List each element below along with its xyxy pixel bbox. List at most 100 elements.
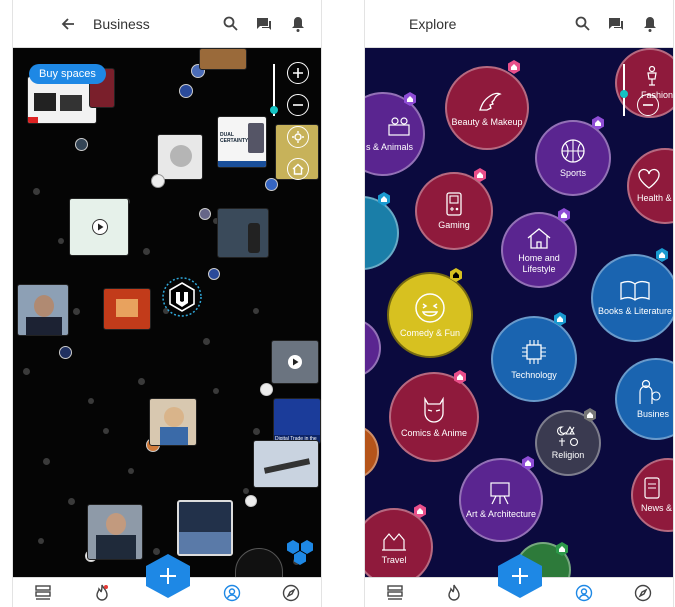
space-dot[interactable] [68, 498, 75, 505]
video-thumbnail[interactable] [69, 198, 129, 256]
home-button[interactable] [287, 158, 309, 180]
category-label: Comedy & Fun [399, 328, 461, 339]
user-avatar[interactable] [245, 495, 257, 507]
category-label: Technology [511, 370, 557, 381]
category-bubble-home-lifestyle[interactable]: Home and Lifestyle [501, 212, 577, 288]
profile-nav-icon[interactable] [573, 582, 595, 604]
space-dot[interactable] [213, 388, 219, 394]
profile-nav-icon[interactable] [221, 582, 243, 604]
category-bubble-art-architecture[interactable]: Art & Architecture [459, 458, 543, 542]
menu-icon[interactable] [377, 15, 395, 33]
space-dot[interactable] [128, 468, 134, 474]
category-bubble-sports[interactable]: Sports [535, 120, 611, 196]
face-graphic [164, 407, 184, 427]
add-fab-button[interactable] [495, 553, 545, 599]
oil-pump-thumbnail[interactable] [253, 440, 319, 488]
user-avatar[interactable] [179, 84, 193, 98]
chat-icon[interactable] [605, 13, 627, 35]
person-photo[interactable] [17, 284, 69, 336]
sketch-thumbnail[interactable] [157, 134, 203, 180]
hex-cluster-icon[interactable] [285, 538, 315, 566]
compass-nav-icon[interactable] [280, 582, 302, 604]
category-bubble-books-literature[interactable]: Books & Literature [591, 254, 673, 342]
space-dot[interactable] [43, 458, 50, 465]
space-dot[interactable] [73, 308, 80, 315]
category-bubble-travel[interactable]: Travel [365, 508, 433, 577]
zoom-slider-handle[interactable] [270, 106, 278, 114]
category-bubble-partial[interactable] [365, 424, 379, 480]
space-dot[interactable] [143, 248, 150, 255]
chat-icon[interactable] [253, 13, 275, 35]
photo-thumbnail[interactable] [103, 288, 151, 330]
space-dot[interactable] [253, 428, 260, 435]
laughing-face-icon [415, 293, 445, 324]
stack-nav-icon[interactable] [384, 582, 406, 604]
bell-icon[interactable] [287, 13, 309, 35]
space-dot[interactable] [253, 308, 259, 314]
user-avatar[interactable] [151, 174, 165, 188]
category-bubble-comedy-fun[interactable]: Comedy & Fun [387, 272, 473, 358]
business-space-canvas[interactable]: DUAL CERTAINTY: Digital Trade in the Buy… [13, 48, 321, 577]
zoom-in-button[interactable] [287, 62, 309, 84]
space-dot[interactable] [88, 398, 94, 404]
poster-thumbnail[interactable]: DUAL CERTAINTY: [217, 116, 267, 168]
space-dot[interactable] [33, 188, 40, 195]
person-photo[interactable] [149, 398, 197, 446]
person-photo[interactable] [87, 504, 143, 560]
open-book-icon [620, 281, 650, 302]
space-dot[interactable] [138, 378, 145, 385]
user-avatar[interactable] [75, 138, 88, 151]
zoom-slider-handle[interactable] [620, 90, 628, 98]
flame-nav-icon[interactable] [443, 582, 465, 604]
menu-icon[interactable] [25, 15, 43, 33]
flame-nav-icon[interactable] [91, 582, 113, 604]
category-bubble-beauty-makeup[interactable]: Beauty & Makeup [445, 66, 529, 150]
user-avatar[interactable] [265, 178, 278, 191]
buy-spaces-button[interactable]: Buy spaces [29, 64, 106, 84]
video-thumbnail[interactable] [271, 340, 319, 384]
recenter-button[interactable] [287, 126, 309, 148]
add-fab-button[interactable] [143, 553, 193, 599]
category-bubble-business[interactable]: Busines [615, 358, 673, 440]
city-thumbnail[interactable] [177, 500, 233, 556]
house-badge-icon [450, 268, 462, 282]
category-bubble-health[interactable]: Health & [627, 148, 673, 224]
back-arrow-icon[interactable] [57, 13, 79, 35]
space-dot[interactable] [203, 338, 210, 345]
zoom-out-button[interactable] [637, 94, 659, 116]
eu-flag-thumbnail[interactable]: Digital Trade in the [273, 398, 321, 444]
user-avatar[interactable] [260, 383, 273, 396]
explore-canvas[interactable]: Fashion Beauty & Makeup s & Animals Spor… [365, 48, 673, 577]
photo-thumbnail[interactable] [217, 208, 269, 258]
bell-icon[interactable] [639, 13, 661, 35]
space-dot[interactable] [243, 488, 249, 494]
category-bubble-comics-anime[interactable]: Comics & Anime [389, 372, 479, 462]
space-dot[interactable] [38, 538, 44, 544]
space-dot[interactable] [58, 238, 64, 244]
thumbnail[interactable] [199, 48, 247, 70]
category-bubble-partial[interactable] [365, 196, 399, 270]
brand-logo [28, 117, 38, 123]
stack-nav-icon[interactable] [32, 582, 54, 604]
space-dot[interactable] [23, 368, 30, 375]
category-bubble-partial[interactable] [365, 318, 381, 378]
user-avatar[interactable] [208, 268, 220, 280]
brand-hex-logo-icon[interactable] [161, 276, 203, 318]
search-icon[interactable] [571, 13, 593, 35]
user-avatar[interactable] [59, 346, 72, 359]
category-label: Health & [637, 193, 672, 204]
zoom-out-button[interactable] [287, 94, 309, 116]
compass-nav-icon[interactable] [632, 582, 654, 604]
tire-thumbnail[interactable] [235, 548, 283, 577]
search-icon[interactable] [219, 13, 241, 35]
category-bubble-news[interactable]: News & [631, 458, 673, 532]
printer-graphic [34, 93, 56, 111]
category-label: News & [641, 503, 673, 514]
category-bubble-gaming[interactable]: Gaming [415, 172, 493, 250]
user-avatar[interactable] [199, 208, 211, 220]
play-icon[interactable] [288, 355, 302, 369]
space-dot[interactable] [103, 428, 109, 434]
category-bubble-technology[interactable]: Technology [491, 316, 577, 402]
play-icon[interactable] [92, 219, 108, 235]
category-label: Beauty & Makeup [451, 117, 523, 128]
